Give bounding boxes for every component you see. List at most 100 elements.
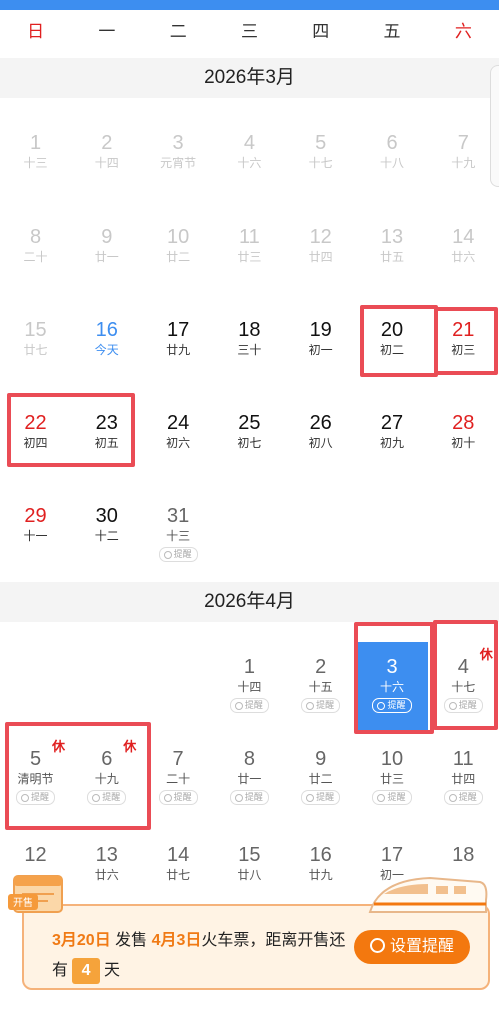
day-cell-mar-12[interactable]: 12 廿四 (285, 212, 356, 294)
day-cell-mar-19[interactable]: 19 初一 (285, 305, 356, 387)
highlight-mar-21 (434, 307, 498, 375)
weekday-fri: 五 (383, 22, 401, 41)
lunar-date: 十七 (308, 156, 333, 170)
lunar-date: 廿四 (451, 772, 476, 786)
day-cell-mar-3[interactable]: 3 元宵节 (143, 118, 214, 200)
scroll-handle[interactable] (490, 65, 499, 187)
day-number: 29 (24, 505, 47, 527)
lunar-date: 十四 (94, 156, 119, 170)
lunar-date: 廿七 (166, 868, 191, 882)
lunar-date: 十八 (379, 156, 404, 170)
lunar-date: 十六 (237, 156, 262, 170)
weekday-wed: 三 (240, 22, 258, 41)
day-number: 16 (309, 844, 332, 866)
highlight-mar-22-23 (7, 393, 135, 467)
day-cell-mar-30[interactable]: 30 十二 (71, 491, 142, 573)
day-cell-mar-14[interactable]: 14 廿六 (428, 212, 499, 294)
day-cell-mar-15[interactable]: 15 廿七 (0, 305, 71, 387)
day-cell-mar-29[interactable]: 29 十一 (0, 491, 71, 573)
day-cell-apr-10[interactable]: 10 廿三 提醒 (357, 734, 428, 822)
lunar-date: 廿二 (166, 250, 191, 264)
remind-chip[interactable]: 提醒 (372, 790, 412, 805)
lunar-date: 廿四 (308, 250, 333, 264)
lunar-date: 廿一 (94, 250, 119, 264)
lunar-date: 初一 (308, 343, 333, 357)
alarm-icon (163, 550, 172, 559)
lunar-date: 十二 (94, 529, 119, 543)
remind-chip[interactable]: 提醒 (229, 698, 269, 713)
day-cell-mar-18[interactable]: 18 三十 (214, 305, 285, 387)
day-number: 28 (452, 412, 475, 434)
remind-chip[interactable]: 提醒 (301, 790, 341, 805)
day-number: 30 (95, 505, 118, 527)
day-cell-mar-10[interactable]: 10 廿二 (143, 212, 214, 294)
month-title-april: 2026年4月 (0, 582, 499, 622)
remind-chip[interactable]: 提醒 (229, 790, 269, 805)
remind-chip[interactable]: 提醒 (158, 547, 198, 562)
day-cell-mar-1[interactable]: 1 十三 (0, 118, 71, 200)
day-number: 2 (315, 656, 327, 678)
day-number: 15 (238, 844, 261, 866)
weekday-sat: 六 (454, 22, 472, 41)
day-cell-mar-6[interactable]: 6 十八 (357, 118, 428, 200)
day-cell-apr-2[interactable]: 2 十五 提醒 (285, 642, 356, 730)
day-number: 24 (166, 412, 190, 434)
day-cell-mar-31[interactable]: 31 十三 提醒 (143, 491, 214, 573)
alarm-icon (306, 793, 315, 802)
set-reminder-button[interactable]: 设置提醒 (354, 930, 470, 964)
day-cell-mar-26[interactable]: 26 初八 (285, 398, 356, 480)
lunar-date: 元宵节 (160, 156, 197, 170)
day-number: 25 (238, 412, 261, 434)
day-cell-mar-13[interactable]: 13 廿五 (357, 212, 428, 294)
lunar-date: 廿三 (237, 250, 262, 264)
day-number: 18 (452, 844, 475, 866)
day-cell-mar-9[interactable]: 9 廿一 (71, 212, 142, 294)
day-number: 6 (386, 132, 398, 154)
highlight-apr-3 (354, 622, 434, 734)
day-number: 12 (24, 844, 47, 866)
day-number: 9 (315, 748, 327, 770)
lunar-date: 初九 (379, 436, 404, 450)
day-cell-mar-24[interactable]: 24 初六 (143, 398, 214, 480)
day-number: 13 (380, 226, 404, 248)
day-cell-mar-8[interactable]: 8 二十 (0, 212, 71, 294)
day-cell-mar-16[interactable]: 16 今天 (71, 305, 142, 387)
day-number: 27 (380, 412, 404, 434)
month-title-march: 2026年3月 (0, 58, 499, 98)
banner-text-3: 天 (104, 962, 121, 979)
status-bar (0, 0, 499, 10)
alarm-icon (377, 793, 386, 802)
day-cell-mar-27[interactable]: 27 初九 (357, 398, 428, 480)
day-cell-mar-11[interactable]: 11 廿三 (214, 212, 285, 294)
lunar-date: 廿七 (23, 343, 48, 357)
day-number: 10 (166, 226, 190, 248)
lunar-date: 十四 (237, 680, 262, 694)
day-cell-mar-4[interactable]: 4 十六 (214, 118, 285, 200)
day-number: 11 (452, 748, 474, 770)
day-number: 3 (172, 132, 184, 154)
lunar-date: 初六 (166, 436, 191, 450)
set-reminder-label: 设置提醒 (389, 938, 454, 955)
remind-chip[interactable]: 提醒 (158, 790, 198, 805)
day-cell-mar-17[interactable]: 17 廿九 (143, 305, 214, 387)
day-cell-apr-8[interactable]: 8 廿一 提醒 (214, 734, 285, 822)
day-cell-mar-25[interactable]: 25 初七 (214, 398, 285, 480)
day-cell-mar-7[interactable]: 7 十九 (428, 118, 499, 200)
day-cell-mar-28[interactable]: 28 初十 (428, 398, 499, 480)
day-number: 19 (309, 319, 332, 341)
day-cell-apr-11[interactable]: 11 廿四提醒 (428, 734, 499, 822)
day-cell-mar-2[interactable]: 2 十四 (71, 118, 142, 200)
bullet-train-icon (368, 876, 488, 913)
highlight-apr-4 (433, 620, 498, 730)
day-cell-apr-1[interactable]: 1 十四 提醒 (214, 642, 285, 730)
remind-chip[interactable]: 提醒 (443, 790, 483, 805)
day-number: 14 (452, 226, 475, 248)
lunar-date: 初十 (451, 436, 476, 450)
day-cell-mar-5[interactable]: 5 十七 (285, 118, 356, 200)
remind-chip[interactable]: 提醒 (301, 698, 341, 713)
lunar-date: 廿五 (379, 250, 404, 264)
lunar-date: 十一 (23, 529, 48, 543)
travel-date: 4月3日 (151, 932, 202, 949)
day-cell-apr-7[interactable]: 7 二十 提醒 (143, 734, 214, 822)
day-cell-apr-9[interactable]: 9 廿二 提醒 (285, 734, 356, 822)
